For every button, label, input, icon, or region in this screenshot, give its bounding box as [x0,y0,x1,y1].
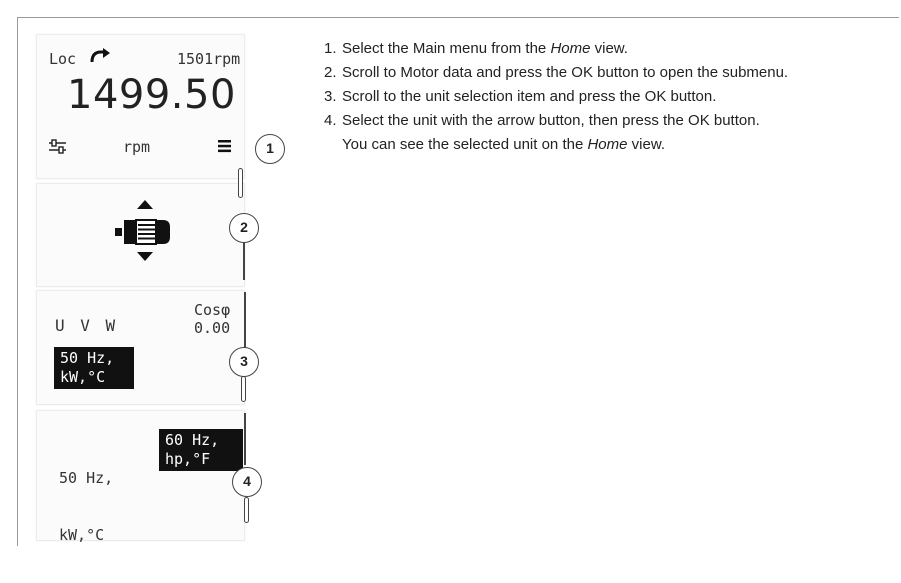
step-number: 2. [324,64,337,81]
callout-3: 3 [229,347,259,377]
scrollbar-track-3 [244,292,246,348]
scrollbar-track-2 [243,242,245,280]
unit-option-2-line2: hp,°F [165,450,211,468]
note-text: You can see the selected unit on the [342,136,588,153]
scrollbar-handle-3[interactable] [241,376,246,402]
speed-value: 1499.50 [67,72,236,118]
instruction-steps: 1. Select the Main menu from the Home vi… [324,38,894,155]
settings-sliders-icon[interactable] [48,138,68,154]
result-note: You can see the selected unit on the Hom… [324,134,894,155]
cosphi-label: Cosφ [194,301,231,319]
unit-select-panel: 50 Hz, kW,°C 60 Hz, hp,°F [36,410,245,544]
selected-unit-box[interactable]: 50 Hz, kW,°C [54,347,134,389]
step-text: Scroll to the unit selection item and pr… [342,88,717,105]
cosphi-value: 0.00 [194,319,231,337]
unit-option-1-line2: kW,°C [59,526,105,544]
step-emphasis: Home [550,40,591,57]
step-text: Select the unit with the arrow button, t… [342,112,760,129]
unit-option-2-line1: 60 Hz, [165,431,220,449]
rotate-arrow-icon [90,48,110,63]
step-text: Select the Main menu from the [342,40,551,57]
scrollbar-handle-4[interactable] [244,497,249,523]
speed-reference: 1501rpm [177,50,241,68]
arrow-up-icon[interactable] [137,199,153,209]
note-text-end: view. [627,136,665,153]
motor-icon [115,219,170,245]
step-3: 3. Scroll to the unit selection item and… [324,86,894,107]
step-number: 4. [324,112,337,129]
selected-unit-line2: kW,°C [60,368,106,386]
step-number: 3. [324,88,337,105]
main-menu-panel [36,183,245,287]
callout-4: 4 [232,467,262,497]
unit-option-1-line1: 50 Hz, [59,469,114,487]
scrollbar-handle-2[interactable] [238,168,243,198]
note-emphasis: Home [587,136,628,153]
callout-2: 2 [229,213,259,243]
step-text: Scroll to Motor data and press the OK bu… [342,64,789,81]
unit-item-panel: U V W Cosφ 0.00 50 Hz, kW,°C [36,290,245,405]
scrollbar-track-4 [244,413,246,465]
uvw-label: U V W [55,316,119,335]
step-text-end: view. [590,40,628,57]
step-number: 1. [324,40,337,57]
step-4: 4. Select the unit with the arrow button… [324,110,894,131]
unit-option-2-selected[interactable]: 60 Hz, hp,°F [159,429,243,471]
unit-option-1[interactable]: 50 Hz, kW,°C [59,431,113,583]
callout-1: 1 [255,134,285,164]
step-1: 1. Select the Main menu from the Home vi… [324,38,894,59]
speed-unit: rpm [123,138,151,156]
mode-label: Loc [49,50,77,68]
home-view-panel: Loc 1501rpm 1499.50 rpm [36,34,245,179]
step-2: 2. Scroll to Motor data and press the OK… [324,62,894,83]
selected-unit-line1: 50 Hz, [60,349,115,367]
arrow-down-icon[interactable] [137,252,153,262]
menu-lines-icon[interactable] [218,139,232,153]
